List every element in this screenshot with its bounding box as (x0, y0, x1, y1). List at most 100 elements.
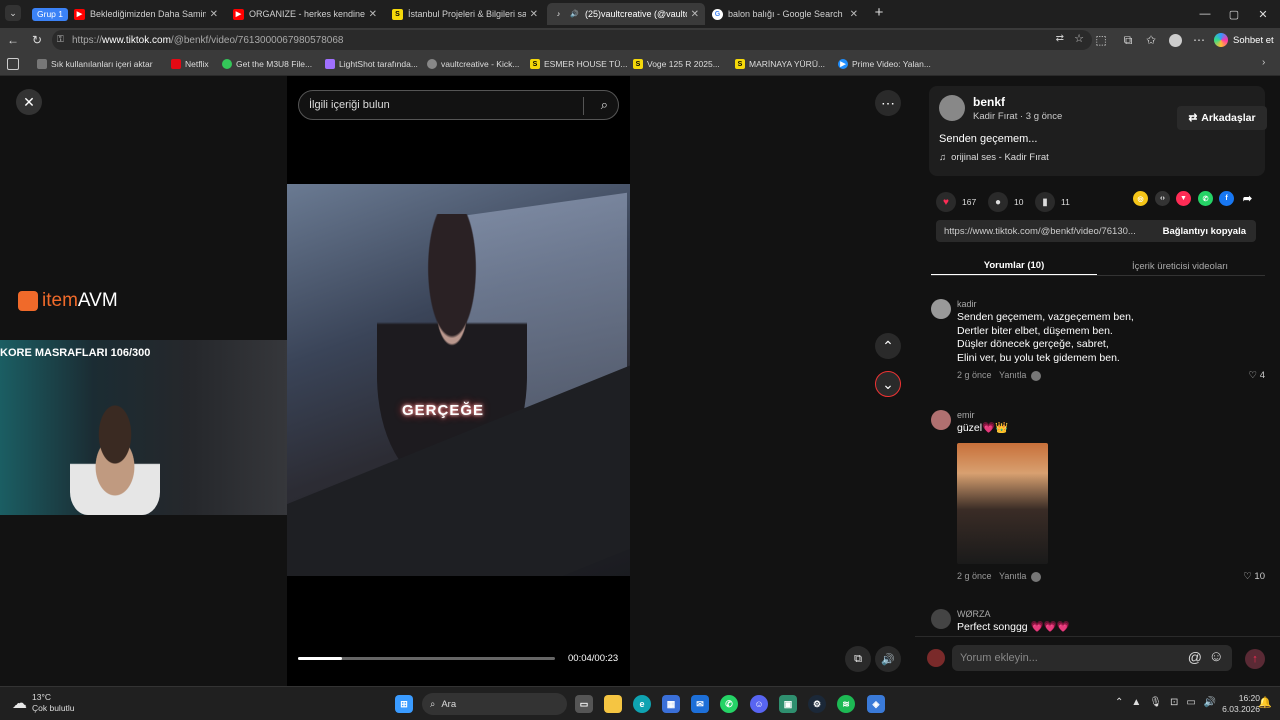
bookmark-esmer[interactable]: S ESMER HOUSE TÜ... (530, 57, 627, 71)
extensions-icon[interactable]: ⬚ (1093, 32, 1109, 48)
author-username[interactable]: benkf (973, 95, 1005, 109)
tab-list-button[interactable]: ⌄ (5, 5, 21, 21)
commenter-name[interactable]: emir (957, 410, 975, 420)
close-video-button[interactable]: ✕ (16, 89, 42, 115)
split-screen-icon[interactable]: ⧉ (1120, 32, 1136, 48)
sahibinden-icon: S (530, 59, 540, 69)
speaker-icon[interactable]: 🔊 (569, 9, 580, 20)
steam-icon[interactable]: ⚙ (808, 695, 826, 713)
related-search-input[interactable]: İlgili içeriği bulun ⌕ (298, 90, 619, 120)
video-link-field[interactable]: https://www.tiktok.com/@benkf/video/7613… (936, 220, 1256, 242)
tab-tiktok[interactable]: ♪ 🔊 (25)vaultcreative (@vaultcrea ✕ (547, 3, 705, 25)
bookmark-lightshot[interactable]: LightShot tarafında... (325, 57, 418, 71)
reply-button[interactable]: Yanıtla (999, 571, 1026, 581)
facebook-icon[interactable]: f (1219, 191, 1234, 206)
mention-button[interactable]: @ (1188, 649, 1202, 665)
comment-time: 2 g önce (957, 571, 992, 581)
whatsapp-icon[interactable]: ✆ (720, 695, 738, 713)
comment-image[interactable] (957, 443, 1048, 564)
start-icon[interactable]: ⊞ (395, 695, 413, 713)
reading-list-icon[interactable] (7, 58, 19, 70)
save-count: 11 (1061, 197, 1070, 207)
bookmark-marina[interactable]: S MARİNAYA YÜRÜ... (735, 57, 825, 71)
video-player[interactable]: GERÇEĞE (287, 76, 630, 686)
more-options-button[interactable]: ⋯ (875, 90, 901, 116)
coin-share-icon[interactable]: ◎ (1133, 191, 1148, 206)
notification-icon[interactable]: 🔔 (1258, 696, 1272, 709)
sound-link[interactable]: ♫ orijinal ses - Kadir Fırat (939, 152, 1049, 163)
comment-stat[interactable]: ● 10 (988, 192, 1023, 212)
tab-youtube-2[interactable]: ▶ ORGANIZE - herkes kendine yakışa ✕ (227, 3, 383, 25)
commenter-avatar[interactable] (931, 410, 951, 430)
bookmark-prime[interactable]: ▶ Prime Video: Yalan... (838, 57, 931, 71)
taskbar-search[interactable]: ⌕ Ara (422, 693, 567, 715)
forward-share-icon[interactable]: ➦ (1240, 191, 1255, 206)
commenter-avatar[interactable] (931, 299, 951, 319)
next-video-button[interactable]: ⌄ (875, 371, 901, 397)
commenter-name[interactable]: WØRZA (957, 609, 991, 619)
weather-widget[interactable]: ☁ 13°C Çok bulutlu (12, 692, 75, 714)
refresh-button[interactable]: ↻ (29, 32, 45, 48)
close-icon[interactable]: ✕ (691, 9, 699, 20)
mail-icon[interactable]: ✉ (691, 695, 709, 713)
bookmark-voge[interactable]: S Voge 125 R 2025... (633, 57, 720, 71)
comment-like-button[interactable]: ♡ 10 (1243, 571, 1265, 582)
send-share-icon[interactable]: ▼ (1176, 191, 1191, 206)
bookmark-netflix[interactable]: Netflix (171, 57, 209, 71)
tab-creator-videos[interactable]: İçerik üreticisi videoları (1097, 256, 1263, 276)
discord-icon[interactable]: ☺ (750, 695, 768, 713)
floating-player-button[interactable]: ⧉ (845, 646, 871, 672)
favorites-icon[interactable]: ✩ (1143, 32, 1159, 48)
like-stat[interactable]: ♥ 167 (936, 192, 976, 212)
favorite-star-icon[interactable]: ☆ (1074, 32, 1084, 45)
back-button[interactable]: ← (5, 32, 21, 48)
close-icon[interactable]: ✕ (530, 9, 538, 20)
vpn-icon[interactable]: ◈ (867, 695, 885, 713)
bookmark-import[interactable]: Sık kullanılanları içeri aktar (37, 57, 153, 71)
task-view-icon[interactable]: ▭ (575, 695, 593, 713)
new-tab-button[interactable]: + (870, 4, 888, 22)
tab-comments[interactable]: Yorumlar (10) (931, 256, 1097, 276)
previous-video-button[interactable]: ⌃ (875, 333, 901, 359)
bookmark-m3u8[interactable]: Get the M3U8 File... (222, 57, 312, 71)
url-field[interactable]: ⚿ https://www.tiktok.com/@benkf/video/76… (52, 30, 1092, 50)
embed-icon[interactable]: ‹› (1155, 191, 1170, 206)
search-icon[interactable]: ⌕ (601, 97, 608, 113)
volume-button[interactable]: 🔊 (875, 646, 901, 672)
emoji-button[interactable]: ☺ (1209, 648, 1224, 665)
comment-like-button[interactable]: ♡ 4 (1249, 370, 1265, 381)
close-icon[interactable]: ✕ (210, 9, 218, 20)
app-icon[interactable]: ▣ (779, 695, 797, 713)
tab-youtube-1[interactable]: ▶ Beklediğimizden Daha Samimi Bir ✕ (68, 3, 224, 25)
tab-group-label[interactable]: Grup 1 (32, 8, 68, 21)
copilot-chat-button[interactable]: Sohbet et (1214, 32, 1274, 48)
commenter-avatar[interactable] (931, 609, 951, 629)
close-icon[interactable]: ✕ (850, 9, 858, 20)
edge-icon[interactable]: e (633, 695, 651, 713)
clock[interactable]: 16:20 6.03.2026 (1222, 693, 1260, 715)
tab-sahibinden[interactable]: S İstanbul Projeleri & Bilgileri sahibi ✕ (386, 3, 544, 25)
comment-input[interactable]: Yorum ekleyin... @ ☺ (952, 645, 1232, 671)
reply-button[interactable]: Yanıtla (999, 370, 1026, 380)
close-icon[interactable]: ✕ (369, 9, 377, 20)
commenter-name[interactable]: kadir (957, 299, 977, 309)
system-tray[interactable]: ⌃▲🎙⊡▭🔊 (1115, 697, 1224, 708)
more-menu-icon[interactable]: ⋯ (1191, 32, 1207, 48)
bookmarks-overflow-icon[interactable]: › (1262, 57, 1265, 68)
file-explorer-icon[interactable] (604, 695, 622, 713)
save-stat[interactable]: ▮ 11 (1035, 192, 1070, 212)
site-info-icon[interactable]: ⚿ (57, 34, 64, 45)
whatsapp-icon[interactable]: ✆ (1198, 191, 1213, 206)
spotify-icon[interactable]: ≋ (837, 695, 855, 713)
store-icon[interactable]: ▦ (662, 695, 680, 713)
tab-google[interactable]: Gbalon balığı - Google Search ✕ (706, 3, 864, 25)
profile-avatar[interactable] (1167, 32, 1183, 48)
author-avatar[interactable] (939, 95, 965, 121)
translate-icon[interactable]: ⇄ (1056, 33, 1064, 44)
bookmark-kick[interactable]: vaultcreative - Kick... (427, 57, 519, 71)
copy-link-button[interactable]: Bağlantıyı kopyala (1163, 226, 1246, 237)
post-comment-button[interactable]: ↑ (1245, 649, 1265, 669)
video-progress-bar[interactable] (298, 657, 555, 660)
close-window-button[interactable]: ✕ (1246, 0, 1280, 28)
friends-button[interactable]: ⇄ Arkadaşlar (1177, 106, 1267, 130)
